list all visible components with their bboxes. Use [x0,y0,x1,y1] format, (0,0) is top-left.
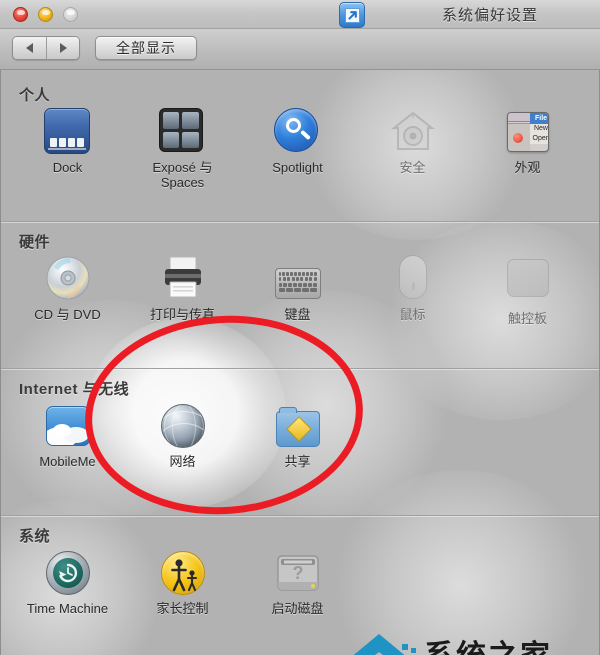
forward-button[interactable] [46,37,79,59]
pref-pane-label: 网络 [169,454,196,469]
svg-text:?: ? [292,563,303,583]
pref-pane-label: 外观 [514,160,541,175]
pref-pane-appearance[interactable]: File New Open 外观 [475,108,580,175]
system-preferences-window: 系统偏好设置 全部显示 个人 Dock Exposé 与 Spaces Spot… [0,0,600,655]
pref-pane-dock[interactable]: Dock [15,108,120,175]
trackpad-icon [504,259,552,307]
pref-pane-label: 共享 [284,454,311,469]
network-icon [159,402,207,450]
appearance-icon: File New Open [504,108,552,156]
zoom-button-gloss [67,10,75,15]
appearance-icon-menu-text: File [534,115,548,122]
parental-controls-icon [159,549,207,597]
cd-dvd-icon [44,255,92,303]
watermark-chinese-text: 系统之家 [424,631,552,655]
pref-pane-cd-dvd[interactable]: CD 与 DVD [15,255,120,322]
pref-pane-label: MobileMe [39,454,96,469]
section-title-hardware: 硬件 [19,234,51,251]
pref-pane-label: 触控板 [507,311,547,326]
navigation-button-group [12,36,80,60]
chevron-left-icon [26,43,33,53]
close-button[interactable] [13,7,28,22]
spotlight-icon [273,108,322,156]
pref-pane-label: 家长控制 [156,601,209,616]
pref-pane-label: 安全 [399,160,426,175]
show-all-button[interactable]: 全部显示 [95,36,197,60]
close-button-gloss [17,10,25,15]
pref-pane-label-line1: Exposé 与 [152,160,213,175]
pref-pane-mouse[interactable]: 鼠标 [360,255,465,322]
startup-disk-icon: ? [274,549,322,597]
pref-pane-network[interactable]: 网络 [130,402,235,469]
title-bar: 系统偏好设置 [0,0,600,29]
mobileme-icon [44,402,92,450]
ambient-glow-startupdisk [331,470,591,655]
back-button[interactable] [13,37,46,59]
toolbar: 全部显示 [0,29,600,70]
appearance-icon-item1: New [529,124,548,134]
time-machine-icon [44,549,92,597]
chevron-right-icon [59,43,67,53]
pref-pane-label: Spotlight [272,160,323,175]
pref-pane-parental-controls[interactable]: 家长控制 [130,549,235,616]
appearance-icon-item2: Open [529,134,548,144]
section-title-internet: Internet 与无线 [19,381,130,398]
pref-pane-label: Dock [52,160,83,175]
security-icon [389,108,437,156]
pref-pane-mobileme[interactable]: MobileMe [15,402,120,469]
pref-pane-label: 键盘 [284,307,311,322]
pref-pane-label: 鼠标 [399,307,426,322]
external-link-icon[interactable] [339,2,365,28]
zoom-button[interactable] [63,7,78,22]
pref-pane-expose-spaces[interactable]: Exposé 与 Spaces [130,108,235,190]
pref-pane-time-machine[interactable]: Time Machine [15,549,120,616]
pref-pane-label: 打印与传真 [149,307,215,322]
pref-pane-spotlight[interactable]: Spotlight [245,108,350,175]
pref-pane-print-fax[interactable]: 打印与传真 [130,255,235,322]
section-title-personal: 个人 [19,87,51,104]
site-watermark: 系统之家 XITONGZHIJIA.NET XITONGZHIJIA.NET [346,628,596,655]
sharing-icon [274,402,322,450]
pref-pane-label: CD 与 DVD [34,307,101,322]
pref-pane-label-line2: Spaces [160,175,205,190]
mouse-icon [389,255,437,303]
print-fax-icon [159,255,207,303]
pref-pane-keyboard[interactable]: 键盘 [245,255,350,322]
dock-icon [43,108,92,156]
minimize-button-gloss [42,10,50,15]
pref-pane-label: Time Machine [26,601,109,616]
preference-panes-grid: 个人 Dock Exposé 与 Spaces Spotlight 安全 Fil… [0,70,600,655]
watermark-logo-icon [353,634,416,655]
keyboard-icon [274,255,322,303]
minimize-button[interactable] [38,7,53,22]
external-link-icon-arrow [348,11,357,20]
section-divider-internet [1,368,599,369]
pref-pane-trackpad[interactable]: 触控板 [475,255,580,326]
pref-pane-sharing[interactable]: 共享 [245,402,350,469]
pref-pane-security[interactable]: 安全 [360,108,465,175]
section-divider-system [1,515,599,516]
window-title: 系统偏好设置 [441,7,538,24]
pref-pane-startup-disk[interactable]: ? 启动磁盘 [245,549,350,616]
section-title-system: 系统 [19,528,51,545]
section-divider-hardware [1,221,599,222]
pref-pane-label: 启动磁盘 [271,601,324,616]
expose-spaces-icon [158,108,207,156]
